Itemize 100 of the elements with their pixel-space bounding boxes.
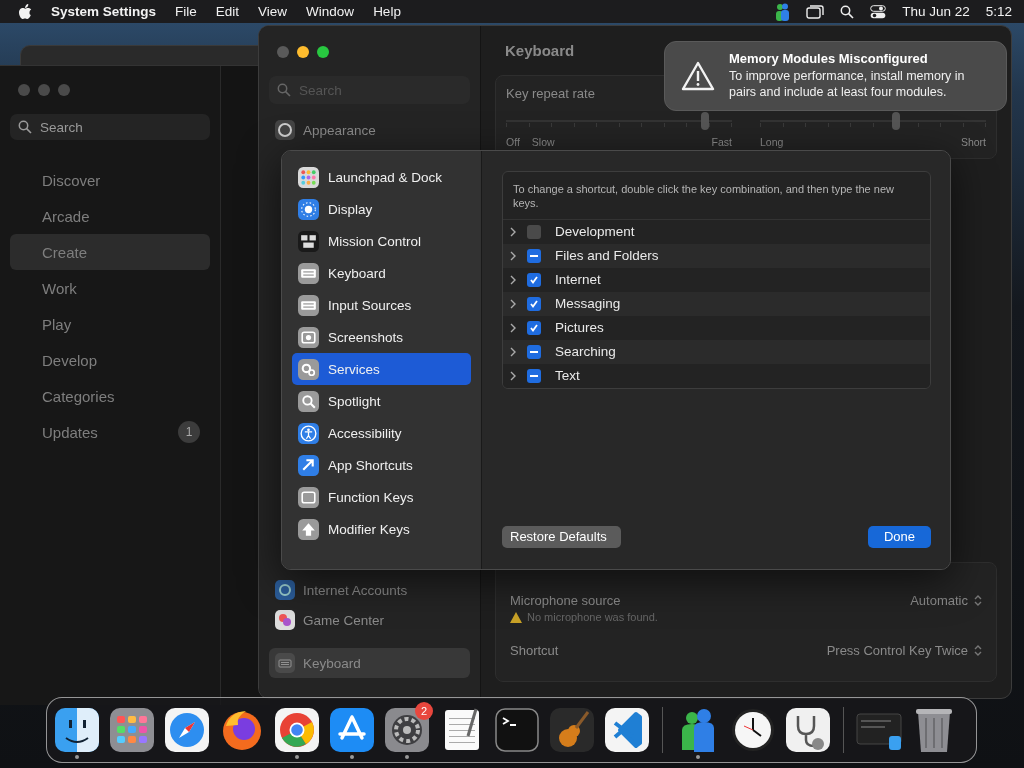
keyboard-icon: [275, 653, 295, 673]
zoom-button[interactable]: [317, 46, 329, 58]
restore-defaults-button[interactable]: Restore Defaults: [502, 526, 621, 548]
chevron-icon[interactable]: [509, 274, 517, 285]
windows-icon: [298, 230, 319, 252]
sidebar-item[interactable]: Appearance: [269, 118, 470, 142]
slider-thumb[interactable]: [891, 112, 900, 130]
setting-label: Shortcut: [510, 643, 559, 658]
sidebar-item[interactable]: Arcade: [10, 198, 210, 234]
chevron-icon[interactable]: [509, 226, 517, 237]
setting-label: Key repeat rate: [506, 86, 595, 101]
sidebar-item[interactable]: Discover: [10, 162, 210, 198]
page-title: Keyboard: [504, 42, 575, 61]
arrow-up-icon: [298, 518, 319, 540]
search-icon: [298, 390, 319, 412]
menu-time[interactable]: 5:12: [985, 4, 1012, 19]
category-item[interactable]: Screenshots: [292, 321, 471, 353]
notification-badge: 2: [415, 702, 433, 720]
category-item[interactable]: Keyboard: [292, 257, 471, 289]
category-item[interactable]: Accessibility: [292, 417, 471, 449]
chevron-icon[interactable]: [509, 370, 517, 381]
category-item[interactable]: Spotlight: [292, 385, 471, 417]
menu-item[interactable]: Window: [306, 4, 355, 19]
group-label: Internet: [555, 272, 601, 288]
popup-value[interactable]: Press Control Key Twice: [826, 643, 968, 658]
group-label: Development: [555, 224, 635, 240]
category-item[interactable]: App Shortcuts: [292, 449, 471, 481]
grid-icon: [298, 166, 319, 188]
windows-icon[interactable]: [806, 4, 825, 19]
clock-icon[interactable]: [729, 706, 777, 754]
category-item[interactable]: Function Keys: [292, 481, 471, 513]
sidebar-item[interactable]: Updates 1: [10, 414, 210, 450]
chevron-icon[interactable]: [509, 250, 517, 261]
pencil-icon[interactable]: [328, 706, 376, 754]
screenshot-icon: [298, 326, 319, 348]
warning-icon: [510, 611, 522, 623]
warning-text: No microphone was found.: [527, 611, 658, 623]
category-item[interactable]: Mission Control: [292, 225, 471, 257]
menu-item[interactable]: Help: [373, 4, 401, 19]
sidebar-item[interactable]: Develop: [10, 342, 210, 378]
grid-icon[interactable]: [108, 706, 156, 754]
compass-icon[interactable]: [163, 706, 211, 754]
menu-item[interactable]: View: [258, 4, 288, 19]
checkbox[interactable]: [527, 224, 541, 239]
hint-text: To change a shortcut, double click the key combination, and then type the new keys.: [503, 172, 930, 220]
notification-title: Memory Modules Misconfigured: [729, 51, 928, 69]
keyboard-icon: [298, 262, 319, 284]
gear-icon: [298, 358, 319, 380]
circle-icon: [275, 120, 295, 140]
apple-logo-icon[interactable]: [18, 3, 32, 20]
slider-thumb[interactable]: [700, 112, 709, 130]
slider-label: Fast: [711, 136, 732, 148]
chevron-icon[interactable]: [509, 346, 517, 357]
guitar-icon[interactable]: [548, 706, 596, 754]
sidebar-item[interactable]: Work: [10, 270, 210, 306]
stepper-icon[interactable]: [974, 644, 982, 657]
ribbon-icon[interactable]: [603, 706, 651, 754]
toggle-icon[interactable]: [870, 4, 887, 19]
sidebar-item[interactable]: Internet Accounts: [269, 575, 470, 605]
group-label: Pictures: [555, 320, 604, 336]
face-icon[interactable]: [53, 706, 101, 754]
chevron-icon[interactable]: [509, 322, 517, 333]
search-field[interactable]: Search: [10, 114, 210, 140]
group-label: Files and Folders: [555, 248, 659, 264]
group-label: Messaging: [555, 296, 621, 312]
done-button[interactable]: Done: [867, 526, 931, 548]
notification-body: To improve performance, install memory in pairs and include at least four modules.: [729, 68, 966, 101]
people-icon[interactable]: [774, 2, 791, 21]
chevron-icon[interactable]: [509, 298, 517, 309]
category-item[interactable]: Input Sources: [292, 289, 471, 321]
category-item[interactable]: Modifier Keys: [292, 513, 471, 545]
bubbles-icon: [275, 610, 295, 630]
group-label: Searching: [555, 344, 616, 360]
terminal-icon[interactable]: [493, 706, 541, 754]
sidebar-item[interactable]: Game Center: [269, 605, 470, 635]
accessibility-icon: [298, 422, 319, 444]
menu-item[interactable]: File: [175, 4, 197, 19]
group-label: Text: [555, 368, 580, 384]
menu-date[interactable]: Thu Jun 22: [902, 4, 970, 19]
slider-label: Slow: [531, 136, 555, 148]
category-item[interactable]: Launchpad & Dock: [292, 161, 471, 193]
category-item[interactable]: Services: [292, 353, 471, 385]
slider-label: Long: [760, 136, 784, 148]
stethoscope-icon[interactable]: [784, 706, 832, 754]
sidebar-item[interactable]: Categories: [10, 378, 210, 414]
menu-item[interactable]: Edit: [215, 4, 240, 19]
stepper-icon[interactable]: [974, 594, 982, 607]
sidebar-item[interactable]: Play: [10, 306, 210, 342]
notification-toast[interactable]: Memory Modules Misconfigured To improve performance, install memory in pairs and include at least four modules.: [664, 41, 1007, 111]
app-menu[interactable]: System Settings: [51, 4, 157, 19]
minimize-button[interactable]: [297, 46, 309, 58]
gear-icon[interactable]: [383, 706, 431, 754]
category-item[interactable]: Display: [292, 193, 471, 225]
popup-value[interactable]: Automatic: [910, 593, 968, 608]
search-icon: [840, 4, 855, 19]
setting-label: Microphone source: [510, 593, 621, 608]
search-icon: [277, 83, 291, 97]
warning-icon: [681, 61, 715, 91]
count-badge: 1: [178, 421, 200, 443]
sun-icon: [298, 198, 319, 220]
